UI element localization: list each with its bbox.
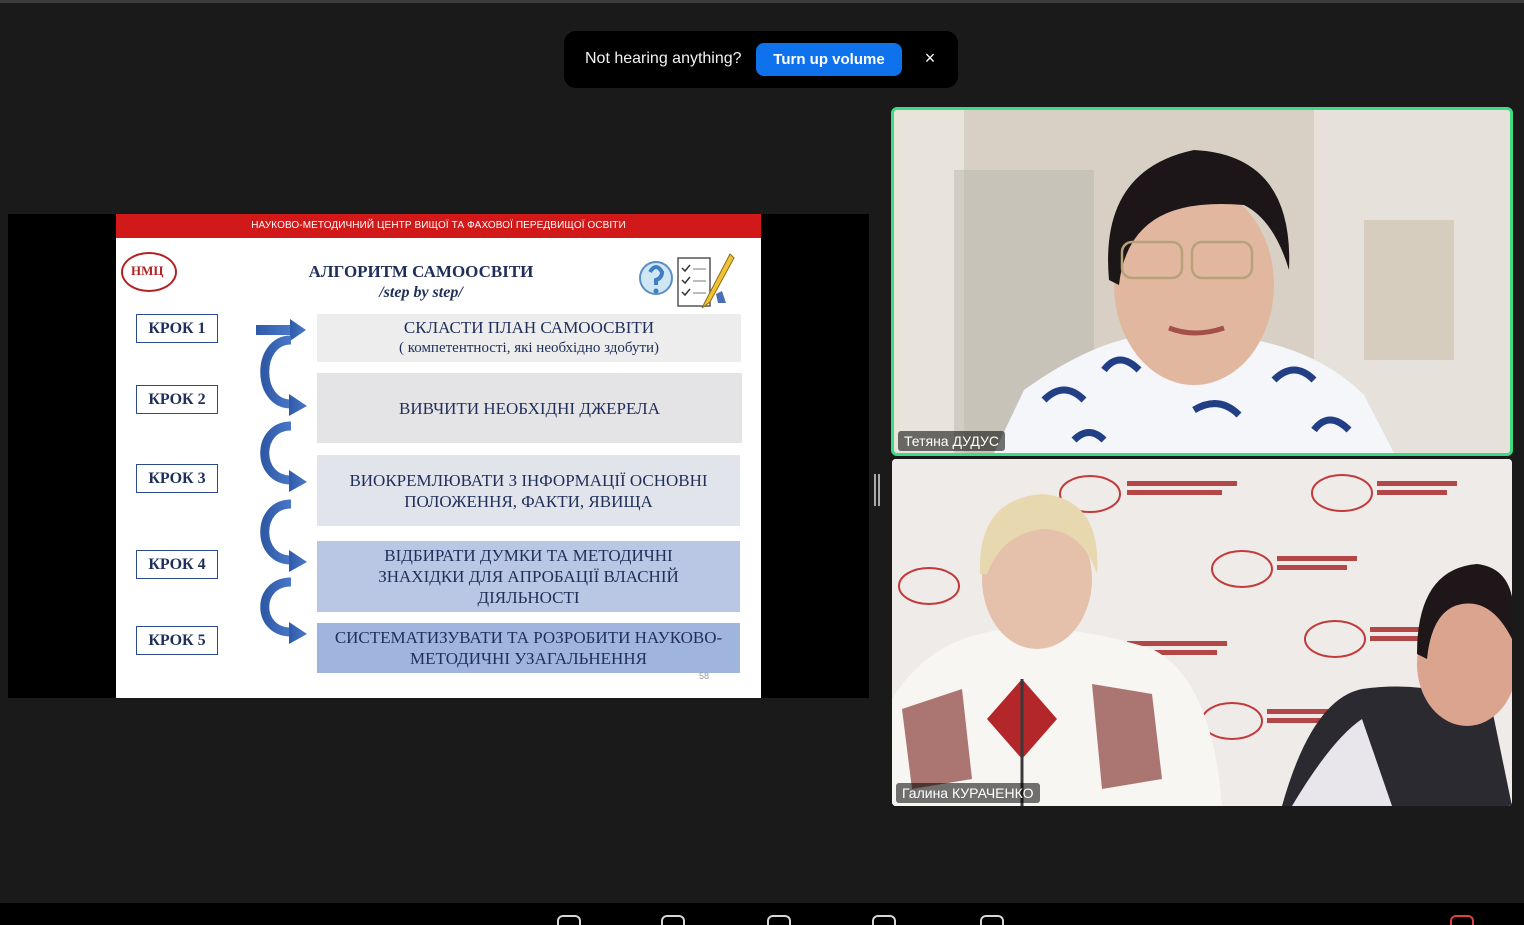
step-label-1: КРОК 1 (136, 314, 218, 343)
step-box-4: ВІДБИРАТИ ДУМКИ ТА МЕТОДИЧНІ ЗНАХІДКИ ДЛ… (317, 541, 740, 612)
step-label-4: КРОК 4 (136, 550, 218, 579)
nmc-logo: НМЦ (121, 252, 177, 292)
step-text-2: ВИВЧИТИ НЕОБХІДНІ ДЖЕРЕЛА (399, 398, 660, 418)
slide-header: НАУКОВО-МЕТОДИЧНИЙ ЦЕНТР ВИЩОЇ ТА ФАХОВО… (116, 214, 761, 238)
step-text-3: ВИОКРЕМЛЮВАТИ З ІНФОРМАЦІЇ ОСНОВНІ ПОЛОЖ… (349, 470, 708, 511)
step-box-2: ВИВЧИТИ НЕОБХІДНІ ДЖЕРЕЛА (317, 373, 742, 443)
window-top-edge (0, 0, 1524, 3)
slide-title: АЛГОРИТМ САМООСВІТИ (308, 262, 534, 281)
shared-screen: НАУКОВО-МЕТОДИЧНИЙ ЦЕНТР ВИЩОЇ ТА ФАХОВО… (8, 214, 869, 698)
video-tile-active-speaker[interactable]: Тетяна ДУДУС (891, 107, 1513, 456)
participant-name-2: Галина КУРАЧЕНКО (896, 783, 1040, 803)
step-box-5: СИСТЕМАТИЗУВАТИ ТА РОЗРОБИТИ НАУКОВО-МЕТ… (317, 623, 740, 673)
step-label-2: КРОК 2 (136, 385, 218, 414)
slide-subtitle: /step by step/ (379, 284, 463, 301)
participant-name-1: Тетяна ДУДУС (898, 431, 1006, 451)
participant-video (894, 110, 1510, 453)
toast-message: Not hearing anything? (585, 50, 742, 67)
turn-up-volume-button[interactable]: Turn up volume (756, 43, 902, 76)
step-text-1: СКЛАСТИ ПЛАН САМООСВІТИ (403, 318, 655, 337)
step-label-3: КРОК 3 (136, 464, 218, 493)
camera-icon[interactable] (661, 915, 685, 925)
participant-video (892, 459, 1512, 806)
question-checklist-icon (639, 253, 735, 309)
chat-icon[interactable] (872, 915, 896, 925)
participants-icon[interactable] (767, 915, 791, 925)
audio-toast: Not hearing anything? Turn up volume × (564, 31, 958, 88)
video-tile-participant[interactable]: Галина КУРАЧЕНКО (892, 459, 1512, 806)
slide-page-number: 58 (699, 671, 710, 681)
splitter-handle[interactable] (874, 474, 881, 506)
step-label-5: КРОК 5 (136, 626, 218, 655)
leave-icon[interactable] (1450, 915, 1474, 925)
step-text-5: СИСТЕМАТИЗУВАТИ ТА РОЗРОБИТИ НАУКОВО-МЕТ… (334, 628, 723, 668)
step-box-3: ВИОКРЕМЛЮВАТИ З ІНФОРМАЦІЇ ОСНОВНІ ПОЛОЖ… (317, 455, 740, 526)
meeting-toolbar (0, 903, 1524, 925)
step-box-1: СКЛАСТИ ПЛАН САМООСВІТИ ( компетентності… (317, 314, 741, 362)
logo-text: НМЦ (131, 263, 164, 278)
share-screen-icon[interactable] (980, 915, 1004, 925)
step-text-4: ВІДБИРАТИ ДУМКИ ТА МЕТОДИЧНІ ЗНАХІДКИ ДЛ… (378, 546, 679, 607)
presentation-slide: НАУКОВО-МЕТОДИЧНИЙ ЦЕНТР ВИЩОЇ ТА ФАХОВО… (116, 214, 761, 698)
microphone-icon[interactable] (557, 915, 581, 925)
step-subtext-1: ( компетентності, які необхідно здобути) (398, 340, 660, 356)
step-flow-arrows (256, 319, 307, 644)
close-icon[interactable]: × (919, 47, 941, 69)
